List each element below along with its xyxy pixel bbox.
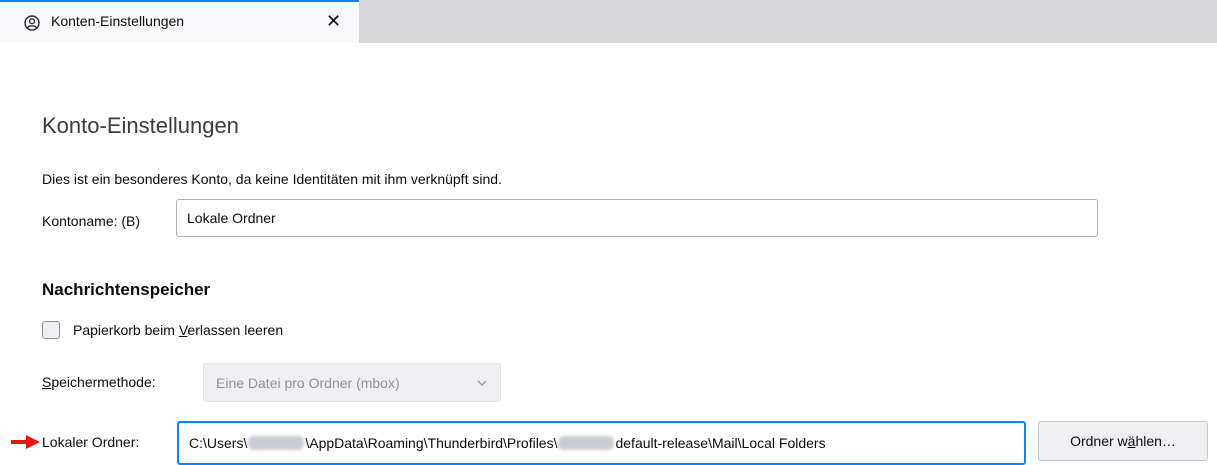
tab-bar: Konten-Einstellungen ✕ [0, 0, 1217, 43]
tab-account-settings[interactable]: Konten-Einstellungen ✕ [0, 0, 359, 43]
account-description: Dies ist ein besonderes Konto, da keine … [42, 171, 502, 187]
account-settings-icon [24, 15, 40, 31]
page-title: Konto-Einstellungen [42, 113, 239, 138]
local-folder-path-part: default-release\Mail\Local Folders [615, 435, 826, 451]
storage-method-label: Speichermethode: [42, 374, 156, 390]
choose-folder-button[interactable]: Ordner w ä hlen… [1038, 421, 1208, 461]
account-name-label: Kontoname: (B) [42, 213, 141, 229]
local-folder-label: Lokaler Ordner: [42, 434, 140, 450]
redacted-username [248, 436, 305, 450]
account-name-value: Lokale Ordner [187, 210, 276, 226]
empty-trash-checkbox[interactable] [42, 321, 60, 339]
redacted-profile-id [558, 436, 615, 450]
storage-method-value: Eine Datei pro Ordner (mbox) [216, 374, 400, 391]
annotation-arrow-icon [11, 435, 40, 449]
empty-trash-label[interactable]: Papierkorb beim Verlassen leeren [73, 322, 283, 338]
tab-title: Konten-Einstellungen [51, 13, 185, 29]
local-folder-path-part: C:\Users\ [189, 435, 248, 451]
message-storage-heading: Nachrichtenspeicher [42, 280, 211, 299]
local-folder-path-part: \AppData\Roaming\Thunderbird\Profiles\ [305, 435, 558, 451]
chevron-down-icon [477, 380, 487, 386]
local-folder-input[interactable]: C:\Users\ \AppData\Roaming\Thunderbird\P… [177, 421, 1026, 465]
storage-method-select[interactable]: Eine Datei pro Ordner (mbox) [203, 363, 501, 402]
close-icon[interactable]: ✕ [326, 11, 341, 31]
account-name-input[interactable]: Lokale Ordner [176, 199, 1098, 237]
